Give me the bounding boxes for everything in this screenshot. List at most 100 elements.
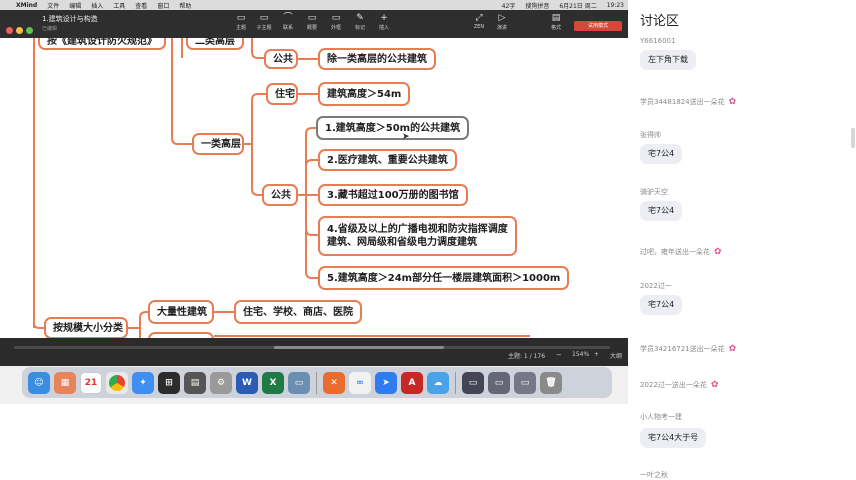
summary-button[interactable]: ▭ 概要 xyxy=(300,12,324,31)
document-status: 已编辑 xyxy=(42,26,58,32)
discussion-title: 讨论区 xyxy=(640,14,680,29)
panel-scrollbar[interactable] xyxy=(851,128,855,148)
relationship-button[interactable]: ⌒ 联系 xyxy=(276,12,300,31)
node-public[interactable]: 公共 xyxy=(262,184,298,206)
close-window-icon[interactable] xyxy=(6,27,13,34)
safari-icon[interactable]: ✦ xyxy=(132,371,154,394)
zoom-window-icon[interactable] xyxy=(26,27,33,34)
calculator-icon[interactable]: ▤ xyxy=(184,371,206,394)
menu-wordcount: 42字 xyxy=(501,2,516,10)
gift-notice: 学员34216721送出一朵花 ✿ xyxy=(640,344,736,354)
menu-tools[interactable]: 工具 xyxy=(113,1,125,10)
node-public-top[interactable]: 公共 xyxy=(264,49,298,69)
gift-notice: 过吧，雍年送出一朵花 ✿ xyxy=(640,247,722,257)
chat-message: 左下角下载 xyxy=(640,50,696,70)
document-title: 1.建筑设计与构造 xyxy=(42,15,98,23)
pitch-button[interactable]: ▷ 演讲 xyxy=(490,12,514,31)
gift-text: 2022过一送出一朵花 xyxy=(640,381,707,389)
node-mass-building[interactable]: 大量性建筑 xyxy=(148,300,214,324)
chat-username: 张得帅 xyxy=(640,131,661,139)
zen-button[interactable]: ⤢ ZEN xyxy=(467,12,491,30)
xmind-dock-icon[interactable]: ⊞ xyxy=(158,371,180,394)
preview-icon[interactable]: ▭ xyxy=(288,371,310,394)
marker-button[interactable]: ✎ 标记 xyxy=(348,12,372,31)
node-residential[interactable]: 住宅 xyxy=(266,83,298,105)
trial-mode-button[interactable]: 试用模式 xyxy=(574,21,622,31)
subtopic-icon: ▭ xyxy=(259,13,269,23)
relationship-label: 联系 xyxy=(282,25,293,31)
feishu-icon[interactable]: ➤ xyxy=(375,371,397,394)
subtopic-label: 子主题 xyxy=(256,25,272,31)
gift-text: 学员34481824送出一朵花 xyxy=(640,98,725,106)
node-mass-building-desc[interactable]: 住宅、学校、商店、医院 xyxy=(234,300,362,324)
node-fire-code[interactable]: 按《建筑设计防火规范》 xyxy=(38,38,166,50)
summary-label: 概要 xyxy=(306,25,317,31)
zen-icon: ⤢ xyxy=(475,13,483,23)
menu-insert[interactable]: 插入 xyxy=(91,1,103,10)
format-button[interactable]: ▤ 格式 xyxy=(544,12,568,31)
menu-app-name[interactable]: XMind xyxy=(16,2,37,9)
tools-app-icon[interactable]: ✕ xyxy=(323,371,345,394)
node-item-4[interactable]: 4.省级及以上的广播电视和防灾指挥调度 建筑、网局级和省级电力调度建筑 xyxy=(318,216,517,256)
outline-button[interactable]: 大纲 xyxy=(610,351,622,360)
scrollbar-thumb[interactable] xyxy=(274,346,444,349)
pitch-icon: ▷ xyxy=(498,13,506,23)
node-item-1-selected[interactable]: 1.建筑高度＞50m的公共建筑 xyxy=(316,116,470,140)
flower-icon: ✿ xyxy=(728,344,737,354)
menu-file[interactable]: 文件 xyxy=(47,1,59,10)
node-item-3[interactable]: 3.藏书超过100万册的图书馆 xyxy=(318,184,468,206)
calendar-icon[interactable]: 21 xyxy=(80,371,102,394)
zoom-in-icon[interactable]: + xyxy=(594,351,599,358)
trash-icon[interactable]: 🗑 xyxy=(540,371,562,394)
chat-username: Y6616001 xyxy=(640,37,676,45)
zoom-level[interactable]: 154% xyxy=(572,351,589,358)
input-method-indicator[interactable]: 搜狗拼音 xyxy=(525,1,549,10)
screen-share-area: XMind 文件 编辑 插入 工具 查看 窗口 帮助 42字 搜狗拼音 6月21… xyxy=(0,0,628,480)
launchpad-icon[interactable]: ▦ xyxy=(54,371,76,394)
node-item-5[interactable]: 5.建筑高度＞24m部分任一楼层建筑面积＞1000m xyxy=(318,266,570,290)
topic-button[interactable]: ▭ 主题 xyxy=(229,12,253,31)
discussion-panel: 讨论区 Y6616001 左下角下载 学员34481824送出一朵花 ✿ 张得帅 … xyxy=(628,0,856,480)
horizontal-scrollbar[interactable] xyxy=(14,346,610,349)
node-class2-highrise[interactable]: 二类高层 xyxy=(186,38,244,50)
chrome-icon[interactable] xyxy=(106,371,128,394)
node-class1-highrise[interactable]: 一类高层 xyxy=(192,133,244,155)
boundary-button[interactable]: ▭ 外框 xyxy=(324,12,348,31)
xmind-titlebar: 1.建筑设计与构造 已编辑 ▭ 主题 ▭ 子主题 ⌒ 联系 ▭ 概要 ▭ 外框 ✎ 标记 +… xyxy=(0,10,628,38)
relationship-icon: ⌒ xyxy=(283,13,293,23)
empty-screen-area xyxy=(0,404,628,480)
word-icon[interactable]: W xyxy=(236,371,258,394)
boundary-label: 外框 xyxy=(330,25,341,31)
dock-divider xyxy=(316,371,317,394)
pdf-reader-icon[interactable]: A xyxy=(401,371,423,394)
node-by-scale[interactable]: 按规模大小分类 xyxy=(44,317,128,338)
minimize-window-icon[interactable] xyxy=(16,27,23,34)
finder-icon[interactable]: ☺ xyxy=(28,371,50,394)
recent-window-2-icon[interactable]: ▭ xyxy=(488,371,510,394)
node-public-top-desc[interactable]: 除一类高层的公共建筑 xyxy=(318,48,436,70)
chat-message: 宅7公4 xyxy=(640,144,683,164)
chat-username: 一叶之秋 xyxy=(640,471,668,479)
gift-notice: 学员34481824送出一朵花 ✿ xyxy=(640,97,736,107)
dock-divider-2 xyxy=(455,371,456,394)
zoom-out-icon[interactable]: − xyxy=(556,351,562,359)
xmind-statusbar: 主题: 1 / 176 − 154% + 大纲 xyxy=(0,338,628,366)
menu-edit[interactable]: 编辑 xyxy=(69,1,81,10)
system-preferences-icon[interactable]: ⚙ xyxy=(210,371,232,394)
chat-username: 2022过一 xyxy=(640,282,672,290)
excel-icon[interactable]: X xyxy=(262,371,284,394)
node-residential-height[interactable]: 建筑高度＞54m xyxy=(318,82,411,106)
recent-window-3-icon[interactable]: ▭ xyxy=(514,371,536,394)
recent-window-1-icon[interactable]: ▭ xyxy=(462,371,484,394)
format-label: 格式 xyxy=(550,25,561,31)
flower-icon: ✿ xyxy=(714,247,722,257)
insert-button[interactable]: + 插入 xyxy=(372,12,396,31)
baidu-netdisk-icon[interactable]: ∞ xyxy=(349,371,371,394)
mindmap-canvas[interactable]: 按《建筑设计防火规范》 二类高层 公共 除一类高层的公共建筑 一类高层 住宅 建… xyxy=(0,38,628,338)
menu-help[interactable]: 帮助 xyxy=(179,1,191,10)
menu-view[interactable]: 查看 xyxy=(135,1,147,10)
subtopic-button[interactable]: ▭ 子主题 xyxy=(252,12,276,31)
cloud-app-icon[interactable]: ☁ xyxy=(427,371,449,394)
menu-window[interactable]: 窗口 xyxy=(157,1,169,10)
node-item-2[interactable]: 2.医疗建筑、重要公共建筑 xyxy=(318,149,457,171)
